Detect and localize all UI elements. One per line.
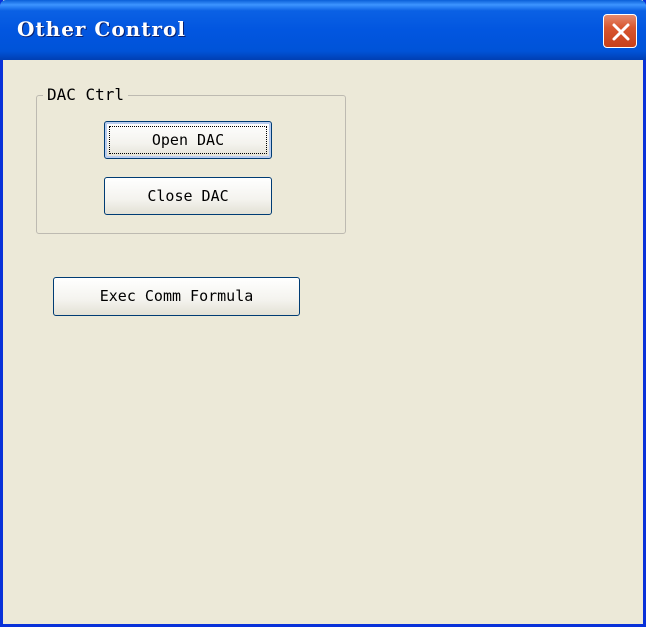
close-button[interactable] <box>603 14 637 48</box>
open-dac-button[interactable]: Open DAC <box>104 121 272 159</box>
window-title: Other Control <box>17 17 186 41</box>
title-bar[interactable]: Other Control <box>0 0 646 60</box>
close-dac-button[interactable]: Close DAC <box>104 177 272 215</box>
close-x-icon <box>612 23 630 41</box>
exec-comm-formula-button[interactable]: Exec Comm Formula <box>53 277 300 316</box>
dac-ctrl-group-label: DAC Ctrl <box>43 86 129 104</box>
